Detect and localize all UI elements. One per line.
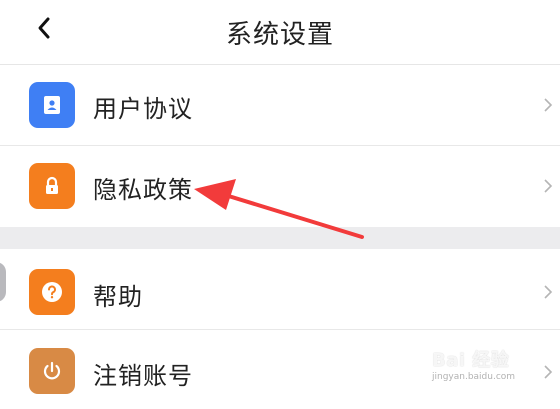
page-title: 系统设置 — [225, 20, 334, 50]
floating-handle[interactable] — [0, 262, 6, 302]
settings-group-legal: 用户协议 隐私政策 — [0, 65, 560, 227]
menu-item-help[interactable]: 帮助 — [0, 249, 560, 330]
watermark: Bai 经验 jingyan.baidu.com — [432, 346, 515, 382]
menu-item-label: 隐私政策 — [93, 176, 193, 204]
watermark-url: jingyan.baidu.com — [432, 372, 516, 382]
chevron-right-icon — [544, 98, 553, 112]
app-header: 系统设置 — [0, 0, 560, 65]
menu-item-label: 帮助 — [93, 283, 143, 311]
question-icon — [29, 269, 75, 315]
menu-item-user-agreement[interactable]: 用户协议 — [0, 65, 560, 146]
settings-screen: 系统设置 用户协议 隐私政策 帮助 注销账号 Bai 经验 jingyan.ba… — [0, 0, 560, 409]
power-icon — [29, 348, 75, 394]
lock-icon — [29, 163, 75, 209]
row-divider — [0, 329, 560, 330]
chevron-right-icon — [544, 365, 553, 379]
user-document-icon — [29, 82, 75, 128]
watermark-logo: Bai 经验 — [432, 350, 510, 371]
menu-item-privacy-policy[interactable]: 隐私政策 — [0, 146, 560, 227]
menu-item-label: 注销账号 — [93, 362, 193, 390]
chevron-right-icon — [544, 285, 553, 299]
settings-group-account: 帮助 注销账号 — [0, 249, 560, 409]
menu-item-label: 用户协议 — [93, 95, 193, 123]
chevron-right-icon — [544, 179, 553, 193]
